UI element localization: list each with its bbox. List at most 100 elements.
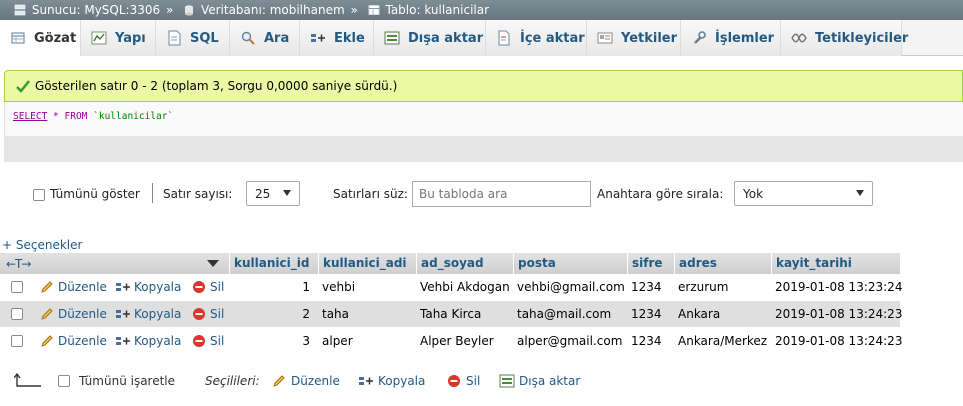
tab-sql[interactable]: SQL	[156, 20, 230, 56]
rows-count-value: 25	[255, 186, 271, 201]
pencil-icon	[271, 373, 287, 389]
row-copy-link[interactable]: Kopyala	[115, 301, 181, 327]
check-all-checkbox[interactable]	[58, 375, 70, 387]
cell-posta[interactable]: alper@gmail.com	[513, 328, 627, 354]
tab-label: Yetkiler	[621, 30, 678, 46]
tab-label: Dışa aktar	[408, 30, 484, 46]
breadcrumb-separator: »	[350, 3, 358, 17]
tab-operations[interactable]: İşlemler	[681, 20, 781, 56]
breadcrumb-server[interactable]: Sunucu: MySQL:3306	[32, 3, 160, 17]
filter-rows-input[interactable]: Bu tabloda ara	[412, 181, 591, 207]
row-edit-link[interactable]: Düzenle	[39, 301, 107, 327]
column-header-ad-soyad[interactable]: ad_soyad	[416, 253, 513, 274]
check-all-label[interactable]: Tümünü işaretle	[79, 374, 175, 388]
sort-by-key-label: Anahtara göre sırala:	[597, 187, 724, 201]
column-header-sifre[interactable]: sifre	[627, 253, 674, 274]
import-icon	[496, 30, 512, 46]
cell-sifre[interactable]: 1234	[627, 274, 674, 300]
cell-kullanici-adi[interactable]: taha	[318, 301, 416, 327]
column-header-posta[interactable]: posta	[513, 253, 627, 274]
row-delete-link[interactable]: Sil	[191, 274, 224, 300]
rows-count-label: Satır sayısı:	[163, 187, 233, 201]
tab-label: İşlemler	[715, 30, 775, 46]
checkmark-icon	[16, 80, 30, 93]
tab-import[interactable]: İçe aktar	[486, 20, 587, 56]
cell-posta[interactable]: vehbi@gmail.com	[513, 274, 627, 300]
row-edit-link[interactable]: Düzenle	[39, 328, 107, 354]
row-checkbox[interactable]	[11, 308, 23, 320]
triggers-icon	[791, 30, 807, 46]
cell-sifre[interactable]: 1234	[627, 328, 674, 354]
row-edit-link[interactable]: Düzenle	[39, 274, 107, 300]
sql-table-name: `kullanicilar`	[93, 111, 174, 122]
delete-icon	[446, 373, 462, 389]
cell-ad-soyad[interactable]: Taha Kirca	[416, 301, 513, 327]
structure-icon	[91, 30, 107, 46]
cell-adres[interactable]: Ankara/Merkez	[674, 328, 771, 354]
column-resize-arrows[interactable]: ←T→	[6, 257, 31, 271]
table-navigation: Tümünü göster Satır sayısı: 25 Satırları…	[0, 181, 963, 209]
row-delete-link[interactable]: Sil	[191, 301, 224, 327]
arrow-up-left-icon	[14, 372, 42, 390]
row-delete-label: Sil	[210, 334, 225, 348]
cell-ad-soyad[interactable]: Vehbi Akdogan	[416, 274, 513, 300]
check-all-control[interactable]: Tümünü işaretle	[58, 372, 175, 390]
cell-posta[interactable]: taha@mail.com	[513, 301, 627, 327]
tab-search[interactable]: Ara	[230, 20, 300, 56]
tab-structure[interactable]: Yapı	[81, 20, 156, 56]
delete-icon	[191, 279, 207, 295]
tab-label: SQL	[190, 30, 219, 46]
delete-icon	[191, 306, 207, 322]
table-row: Düzenle Kopyala Sil 3 alper Alper Beyler…	[0, 328, 902, 354]
chevron-down-icon	[856, 190, 864, 196]
column-header-kullanici-id[interactable]: kullanici_id	[229, 253, 318, 274]
tab-triggers[interactable]: Tetikleyiciler	[781, 20, 908, 56]
privileges-icon	[597, 30, 613, 46]
row-delete-label: Sil	[210, 280, 225, 294]
cell-kullanici-id[interactable]: 2	[229, 301, 318, 327]
row-checkbox[interactable]	[11, 335, 23, 347]
tab-insert[interactable]: Ekle	[300, 20, 374, 56]
breadcrumb-table[interactable]: Tablo: kullanicilar	[385, 3, 489, 17]
row-copy-label: Kopyala	[134, 334, 182, 348]
bulk-export-button[interactable]: Dışa aktar	[499, 372, 580, 390]
column-header-adres[interactable]: adres	[674, 253, 771, 274]
row-edit-label: Düzenle	[58, 280, 107, 294]
tab-privileges[interactable]: Yetkiler	[587, 20, 681, 56]
cell-kayit-tarihi[interactable]: 2019-01-08 13:23:24	[771, 274, 902, 300]
cell-kullanici-adi[interactable]: alper	[318, 328, 416, 354]
cell-kullanici-id[interactable]: 1	[229, 274, 318, 300]
row-copy-link[interactable]: Kopyala	[115, 328, 181, 354]
breadcrumb: Sunucu: MySQL:3306 » Veritabanı: mobilha…	[0, 0, 963, 20]
cell-kayit-tarihi[interactable]: 2019-01-08 13:24:23	[771, 301, 902, 327]
rows-count-select[interactable]: 25	[246, 181, 300, 206]
sort-by-key-select[interactable]: Yok	[734, 181, 873, 206]
tab-export[interactable]: Dışa aktar	[374, 20, 486, 56]
cell-adres[interactable]: erzurum	[674, 274, 771, 300]
row-copy-label: Kopyala	[134, 280, 182, 294]
cell-kullanici-adi[interactable]: vehbi	[318, 274, 416, 300]
sql-keyword-select[interactable]: SELECT	[13, 111, 47, 122]
success-message-text: Gösterilen satır 0 - 2 (toplam 3, Sorgu …	[35, 79, 398, 93]
bulk-copy-button[interactable]: Kopyala	[358, 372, 425, 390]
row-copy-link[interactable]: Kopyala	[115, 274, 181, 300]
tab-label: Ara	[264, 30, 290, 46]
bulk-delete-button[interactable]: Sil	[446, 372, 480, 390]
show-all-checkbox[interactable]	[33, 189, 45, 201]
row-delete-link[interactable]: Sil	[191, 328, 224, 354]
sort-arrow-icon[interactable]	[207, 260, 219, 267]
cell-kayit-tarihi[interactable]: 2019-01-08 13:24:23	[771, 328, 902, 354]
export-icon	[384, 30, 400, 46]
cell-ad-soyad[interactable]: Alper Beyler	[416, 328, 513, 354]
cell-kullanici-id[interactable]: 3	[229, 328, 318, 354]
options-toggle[interactable]: + Seçenekler	[2, 238, 82, 252]
cell-sifre[interactable]: 1234	[627, 301, 674, 327]
bulk-edit-button[interactable]: Düzenle	[271, 372, 340, 390]
cell-adres[interactable]: Ankara	[674, 301, 771, 327]
tab-browse[interactable]: Gözat	[0, 20, 81, 56]
browse-icon	[10, 30, 26, 46]
row-checkbox[interactable]	[11, 281, 23, 293]
column-header-kayit-tarihi[interactable]: kayit_tarihi	[771, 253, 900, 274]
column-header-kullanici-adi[interactable]: kullanici_adi	[318, 253, 416, 274]
breadcrumb-database[interactable]: Veritabanı: mobilhanem	[201, 3, 345, 17]
